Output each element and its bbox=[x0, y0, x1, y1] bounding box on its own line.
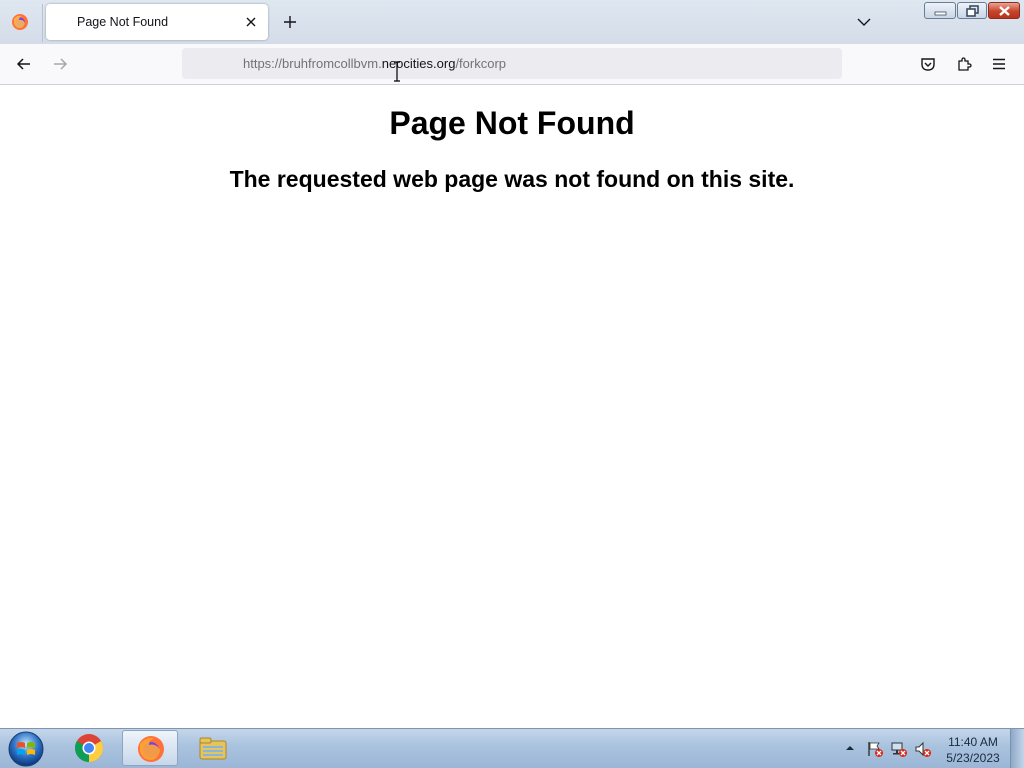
file-explorer-icon bbox=[199, 737, 227, 760]
tab-title: Page Not Found bbox=[77, 15, 169, 29]
page-heading: Page Not Found bbox=[389, 105, 635, 141]
restore-button[interactable] bbox=[957, 2, 987, 19]
network-icon[interactable] bbox=[890, 740, 908, 758]
new-tab-plus-icon[interactable] bbox=[281, 13, 299, 31]
taskbar-clock[interactable]: 11:40 AM 5/23/2023 bbox=[940, 734, 1006, 766]
browser-nav-toolbar: https://bruhfromcollbvm.neocities.org/fo… bbox=[0, 44, 1024, 85]
restore-icon bbox=[966, 5, 979, 17]
url-prefix: https://bruhfromcollbvm. bbox=[243, 56, 382, 71]
taskbar-chrome-button[interactable] bbox=[61, 730, 117, 766]
firefox-icon bbox=[138, 736, 164, 762]
tab-separator bbox=[42, 4, 43, 42]
text-cursor-icon bbox=[394, 61, 400, 82]
extensions-puzzle-icon[interactable] bbox=[955, 55, 973, 73]
show-desktop-button[interactable] bbox=[1010, 729, 1024, 768]
page-content: Page Not Found The requested web page wa… bbox=[0, 85, 1024, 728]
clock-time: 11:40 AM bbox=[948, 735, 998, 749]
close-window-icon bbox=[999, 6, 1010, 16]
url-path: /forkcorp bbox=[455, 56, 507, 71]
tab-page-not-found[interactable]: Page Not Found bbox=[46, 4, 268, 40]
address-bar[interactable]: https://bruhfromcollbvm.neocities.org/fo… bbox=[182, 48, 842, 79]
chrome-icon bbox=[75, 734, 103, 762]
pocket-icon[interactable] bbox=[919, 55, 937, 73]
action-center-flag-icon[interactable] bbox=[866, 740, 884, 758]
clock-date: 5/23/2023 bbox=[946, 751, 1000, 765]
list-all-tabs-chevron-down-icon[interactable] bbox=[855, 13, 873, 31]
firefox-icon[interactable] bbox=[11, 13, 29, 31]
taskbar-file-explorer-button[interactable] bbox=[185, 730, 241, 766]
address-bar-url[interactable]: https://bruhfromcollbvm.neocities.org/fo… bbox=[243, 56, 506, 71]
taskbar-firefox-button[interactable] bbox=[122, 730, 178, 766]
forward-arrow-icon[interactable] bbox=[50, 54, 70, 74]
browser-tab-strip: Page Not Found bbox=[0, 0, 1024, 44]
show-hidden-icons-chevron-up-icon[interactable] bbox=[845, 743, 855, 753]
windows-taskbar: 11:40 AM 5/23/2023 bbox=[0, 728, 1024, 768]
minimize-button[interactable] bbox=[924, 2, 956, 19]
windows-start-orb-icon[interactable] bbox=[6, 730, 46, 768]
error-message: The requested web page was not found on … bbox=[229, 166, 795, 192]
volume-muted-icon[interactable] bbox=[914, 740, 932, 758]
back-arrow-icon[interactable] bbox=[14, 54, 34, 74]
minimize-icon bbox=[934, 11, 947, 16]
close-tab-icon[interactable] bbox=[243, 14, 259, 30]
close-window-button[interactable] bbox=[988, 2, 1020, 19]
screen: Page Not Found https://bruhfromcollbvm.n… bbox=[0, 0, 1024, 768]
hamburger-menu-icon[interactable] bbox=[990, 55, 1008, 73]
window-controls bbox=[924, 2, 1020, 20]
